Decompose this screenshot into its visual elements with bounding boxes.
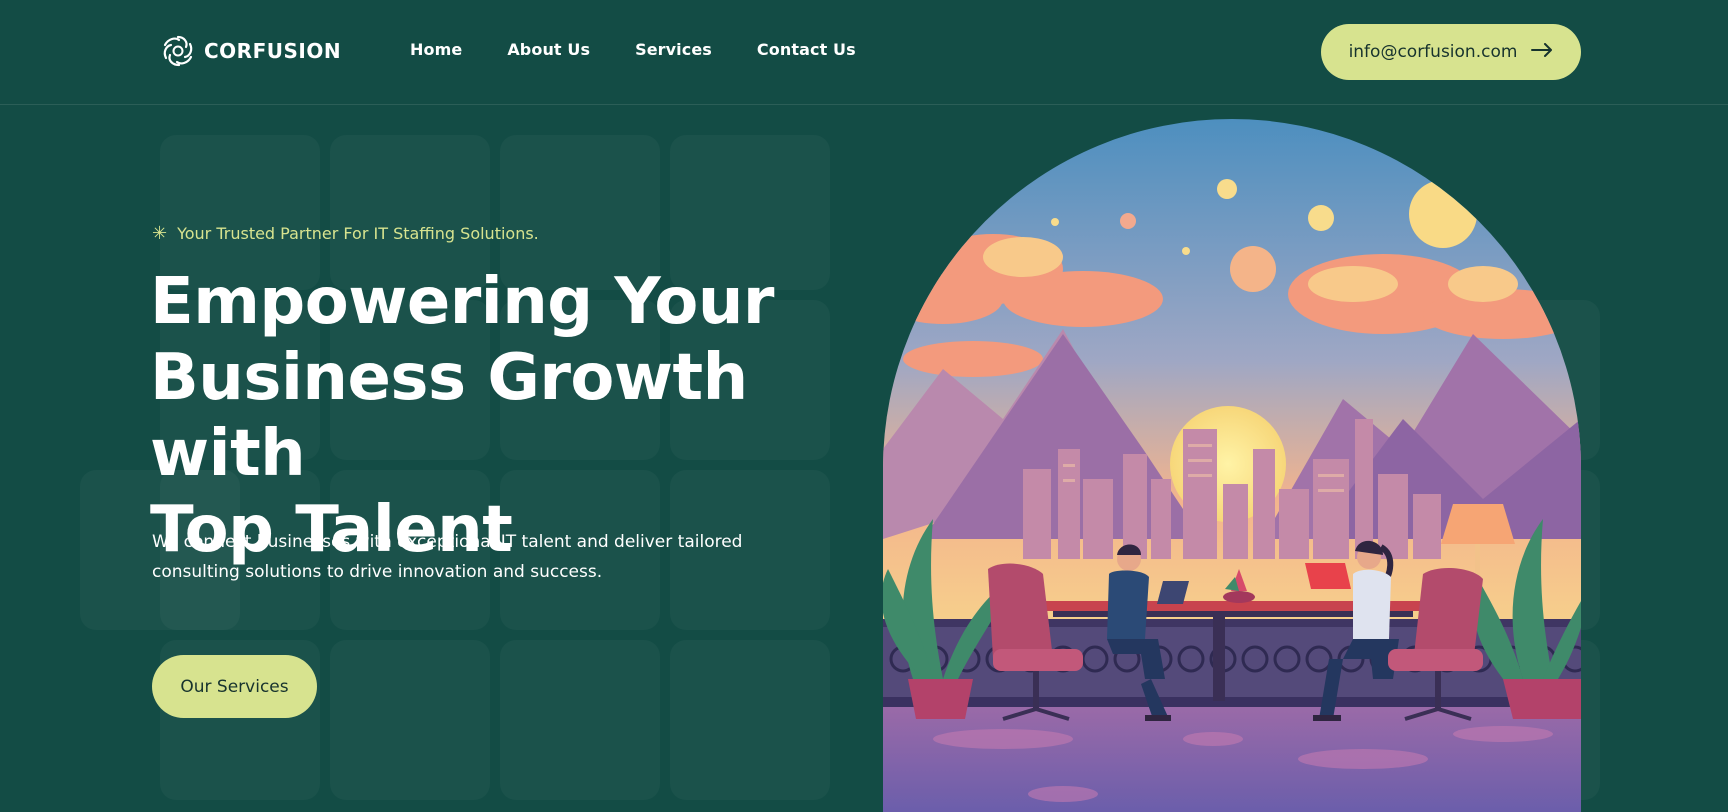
site-header: CORFUSION Home About Us Services Contact… bbox=[0, 0, 1728, 105]
hero-description: We connect businesses with exceptional I… bbox=[152, 532, 743, 582]
brand-name: CORFUSION bbox=[204, 39, 342, 63]
arrow-right-icon bbox=[1531, 42, 1553, 62]
brand-logo[interactable]: CORFUSION bbox=[160, 33, 341, 69]
swirl-logo-icon bbox=[160, 33, 196, 69]
nav-home[interactable]: Home bbox=[410, 40, 462, 59]
nav-about[interactable]: About Us bbox=[507, 40, 590, 59]
email-button[interactable]: info@corfusion.com bbox=[1321, 24, 1581, 80]
nav-contact[interactable]: Contact Us bbox=[757, 40, 856, 59]
hero-headline: Empowering Your Business Growth with Top… bbox=[150, 264, 840, 568]
our-services-button[interactable]: Our Services bbox=[152, 655, 317, 718]
page: CORFUSION Home About Us Services Contact… bbox=[0, 0, 1728, 812]
our-services-button-label: Our Services bbox=[180, 676, 289, 697]
hero-tagline: ✳ Your Trusted Partner For IT Staffing S… bbox=[152, 224, 539, 243]
hero-headline-line-2: Business Growth with bbox=[150, 341, 748, 491]
main-nav: Home About Us Services Contact Us bbox=[410, 40, 856, 59]
email-button-label: info@corfusion.com bbox=[1348, 42, 1518, 62]
hero-tagline-text: Your Trusted Partner For IT Staffing Sol… bbox=[177, 224, 539, 243]
hero-headline-line-1: Empowering Your bbox=[150, 265, 774, 339]
sparkle-icon: ✳ bbox=[152, 222, 168, 244]
nav-services[interactable]: Services bbox=[635, 40, 712, 59]
hero-illustration bbox=[883, 119, 1581, 812]
